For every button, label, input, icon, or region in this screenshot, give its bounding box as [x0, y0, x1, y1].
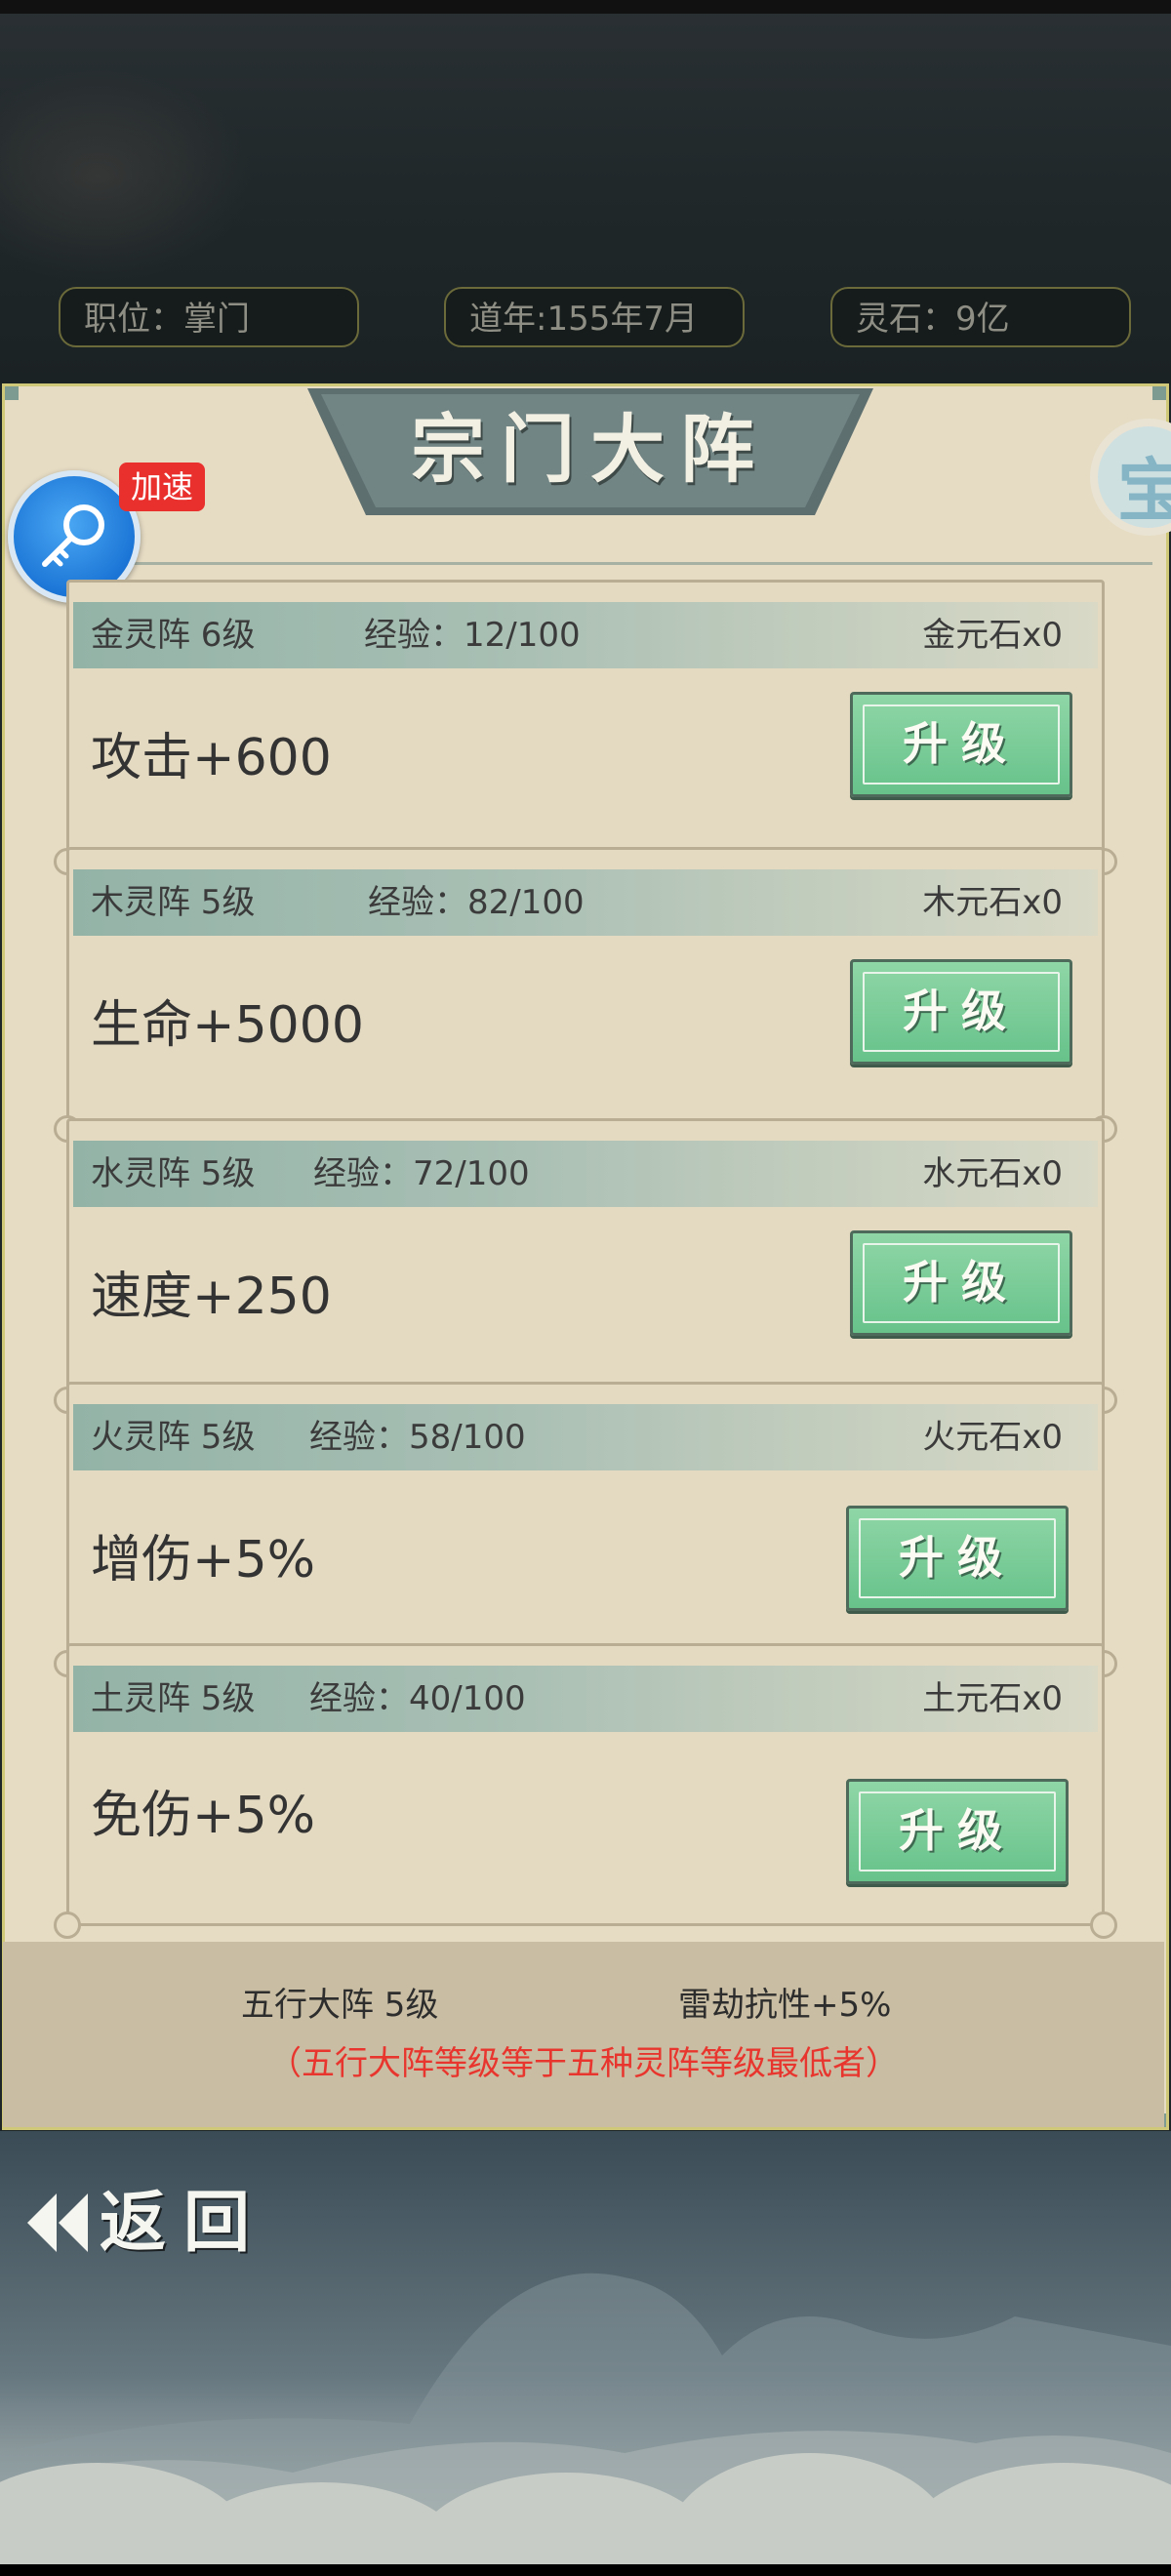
formation-stat: 生命+5000 [91, 996, 364, 1055]
treasure-icon[interactable]: 宝 [1090, 419, 1171, 536]
formation-stone-count: 金元石x0 [922, 616, 1063, 655]
formation-exp: 经验：40/100 [309, 1679, 526, 1718]
upgrade-button-earth[interactable]: 升级 [846, 1779, 1069, 1884]
upgrade-label: 升级 [903, 1256, 1020, 1308]
grand-formation-summary: 五行大阵 5级 雷劫抗性+5% （五行大阵等级等于五种灵阵等级最低者） [3, 1942, 1164, 2127]
position-pill: 职位：掌门 [59, 287, 359, 347]
grand-formation-note: （五行大阵等级等于五种灵阵等级最低者） [268, 2044, 899, 2083]
formation-stat: 免伤+5% [91, 1787, 316, 1845]
formation-card-wood: 木灵阵 5级 经验：82/100 木元石x0 生命+5000 升级 [54, 847, 1117, 1143]
upgrade-label: 升级 [899, 1531, 1016, 1584]
page-title: 宗门大阵 [411, 406, 770, 493]
speed-up-badge: 加速 [119, 463, 206, 511]
formation-name: 水灵阵 5级 [91, 1154, 256, 1193]
upgrade-button-wood[interactable]: 升级 [850, 959, 1072, 1065]
back-label: 返回 [100, 2184, 268, 2262]
formation-name: 木灵阵 5级 [91, 883, 256, 922]
treasure-icon-char: 宝 [1117, 436, 1171, 528]
panel-corner-tr [1152, 386, 1166, 400]
card-notch [1090, 1912, 1117, 1939]
formation-exp: 经验：12/100 [364, 616, 581, 655]
formation-exp: 经验：82/100 [368, 883, 585, 922]
formation-exp: 经验：58/100 [309, 1418, 526, 1457]
upgrade-label: 升级 [899, 1804, 1016, 1857]
formation-exp: 经验：72/100 [313, 1154, 530, 1193]
formation-stat: 速度+250 [91, 1268, 332, 1326]
formation-card-metal: 金灵阵 6级 经验：12/100 金元石x0 攻击+600 升级 [54, 580, 1117, 875]
formation-stat: 增伤+5% [91, 1531, 316, 1590]
formation-card-water: 水灵阵 5级 经验：72/100 水元石x0 速度+250 升级 [54, 1118, 1117, 1414]
thunder-resistance: 雷劫抗性+5% [678, 1986, 892, 2025]
status-bar-strip [0, 0, 1171, 14]
formation-name: 火灵阵 5级 [91, 1418, 256, 1457]
upgrade-button-fire[interactable]: 升级 [846, 1506, 1069, 1611]
formation-card-fire: 火灵阵 5级 经验：58/100 火元石x0 增伤+5% 升级 [54, 1382, 1117, 1677]
upgrade-label: 升级 [903, 985, 1020, 1037]
formation-stone-count: 木元石x0 [922, 883, 1063, 922]
rewind-arrow-icon [27, 2194, 88, 2252]
formation-card-earth: 土灵阵 5级 经验：40/100 土元石x0 免伤+5% 升级 [54, 1643, 1117, 1939]
formation-stone-count: 土元石x0 [922, 1679, 1063, 1718]
upgrade-label: 升级 [903, 717, 1020, 770]
year-pill: 道年:155年7月 [444, 287, 745, 347]
formation-name: 土灵阵 5级 [91, 1679, 256, 1718]
grand-formation-level: 五行大阵 5级 [241, 1986, 439, 2025]
back-button[interactable]: 返回 [25, 2182, 289, 2264]
formation-stat: 攻击+600 [91, 729, 332, 787]
upgrade-button-metal[interactable]: 升级 [850, 692, 1072, 797]
card-notch [54, 1912, 81, 1939]
formation-stone-count: 火元石x0 [922, 1418, 1063, 1457]
navigation-bar-strip [0, 2564, 1171, 2576]
upgrade-button-water[interactable]: 升级 [850, 1230, 1072, 1336]
key-icon [42, 504, 104, 567]
formation-name: 金灵阵 6级 [91, 616, 256, 655]
background-fog [0, 68, 254, 283]
spirit-stone-pill: 灵石：9亿 [830, 287, 1131, 347]
formation-stone-count: 水元石x0 [922, 1154, 1063, 1193]
panel-corner-tl [5, 386, 19, 400]
title-divider [20, 562, 1152, 565]
